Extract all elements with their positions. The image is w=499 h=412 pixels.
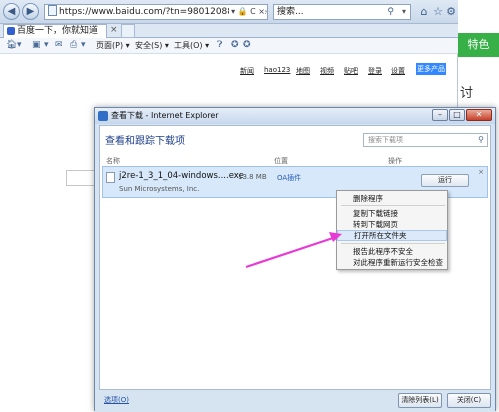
- baidu-search-input[interactable]: [66, 170, 96, 186]
- downloads-search-placeholder: 搜索下载项: [368, 136, 403, 144]
- page-menu[interactable]: 页面(P) ▾: [96, 40, 130, 51]
- baidu-link-hao123[interactable]: hao123: [264, 66, 290, 74]
- menu-divider: [341, 243, 445, 244]
- baidu-link-map[interactable]: 地图: [296, 66, 310, 76]
- mail-icon[interactable]: ✉: [55, 40, 63, 50]
- dialog-footer: 选项(O) 清除列表(L) 关闭(C): [95, 390, 495, 412]
- remove-item-icon[interactable]: ×: [478, 168, 484, 176]
- gear-icon[interactable]: ⚙: [444, 5, 458, 19]
- help-icon[interactable]: ❓︎: [217, 40, 222, 50]
- download-location-link[interactable]: OA插件: [277, 173, 301, 183]
- safety-menu[interactable]: 安全(S) ▾: [135, 40, 169, 51]
- command-bar: 🏠︎ ▾ ▣ ▾ ✉ ⎙ ▾ 页面(P) ▾ 安全(S) ▾ 工具(O) ▾ ❓…: [0, 38, 458, 54]
- column-header-actions: 操作: [388, 157, 402, 165]
- settings-icon[interactable]: ✪: [231, 40, 239, 50]
- browser-search-input[interactable]: 搜索... ⚲ ▾: [273, 4, 411, 20]
- forward-button[interactable]: ▶: [22, 3, 39, 20]
- tab-title: 百度一下，你就知道: [17, 26, 99, 36]
- menu-item-report-unsafe[interactable]: 报告此程序不安全: [337, 246, 447, 257]
- chevron-down-icon[interactable]: ▾: [44, 40, 49, 50]
- search-icon[interactable]: ⚲: [387, 5, 394, 19]
- menu-item-rerun-security-check[interactable]: 对此程序重新运行安全检查: [337, 257, 447, 268]
- run-button[interactable]: 运行: [421, 174, 469, 187]
- baidu-more-products-button[interactable]: 更多产品: [416, 63, 446, 75]
- back-button[interactable]: ◀: [3, 3, 20, 20]
- right-panel-green-label: 特色: [458, 33, 499, 57]
- baidu-link-login[interactable]: 登录: [368, 66, 382, 76]
- tab-baidu[interactable]: 百度一下，你就知道: [3, 24, 107, 38]
- menu-divider: [341, 205, 445, 206]
- dialog-heading: 查看和跟踪下载项: [105, 136, 185, 147]
- chevron-down-icon[interactable]: ▾: [402, 5, 406, 19]
- feeds-icon[interactable]: ▣: [32, 40, 41, 50]
- tab-close-icon[interactable]: ×: [110, 25, 118, 35]
- maximize-button[interactable]: □: [449, 109, 465, 121]
- tools-menu[interactable]: 工具(O) ▾: [174, 40, 209, 51]
- page-icon: [48, 5, 57, 16]
- dialog-titlebar: 查看下载 - Internet Explorer – □ ✕: [95, 108, 495, 124]
- downloads-search-input[interactable]: 搜索下载项 ⚲: [363, 133, 488, 147]
- download-filename: j2re-1_3_1_04-windows....exe: [119, 171, 244, 181]
- menu-item-open-containing-folder[interactable]: 打开所在文件夹: [337, 230, 447, 241]
- address-bar-row: ◀ ▶ https://www.baidu.com/?tn=98012088_4…: [0, 0, 458, 24]
- menu-item-go-to-webpage[interactable]: 转到下载网页: [337, 219, 447, 230]
- clear-list-button[interactable]: 清除列表(L): [398, 393, 442, 408]
- baidu-favicon-icon: [7, 27, 15, 35]
- close-window-button[interactable]: ✕: [466, 109, 492, 121]
- tab-strip: 百度一下，你就知道 ×: [0, 24, 458, 38]
- baidu-link-news[interactable]: 新闻: [240, 66, 254, 76]
- baidu-link-video[interactable]: 视频: [320, 66, 334, 76]
- options-link[interactable]: 选项(O): [104, 395, 129, 405]
- exe-file-icon: [106, 172, 115, 183]
- favorites-star-icon[interactable]: ☆: [431, 5, 445, 19]
- minimize-button[interactable]: –: [432, 109, 448, 121]
- chevron-down-icon[interactable]: ▾: [17, 40, 22, 50]
- column-header-name[interactable]: 名称: [106, 156, 120, 166]
- address-controls[interactable]: ▾ 🔒 C ×: [229, 5, 265, 19]
- address-input[interactable]: https://www.baidu.com/?tn=98012088_4_dg&…: [44, 4, 268, 20]
- browser-search-placeholder: 搜索...: [277, 7, 304, 17]
- new-tab-button[interactable]: [121, 24, 135, 38]
- download-publisher: Sun Microsystems, Inc.: [119, 185, 200, 193]
- download-context-menu: 删除程序 复制下载链接 转到下载网页 打开所在文件夹 报告此程序不安全 对此程序…: [336, 190, 448, 270]
- right-panel-text: 讨: [460, 86, 474, 101]
- menu-item-copy-link[interactable]: 复制下载链接: [337, 208, 447, 219]
- baidu-link-settings[interactable]: 设置: [391, 66, 405, 76]
- ie-icon: [98, 111, 108, 121]
- home-icon[interactable]: ⌂: [417, 5, 431, 19]
- dialog-title: 查看下载 - Internet Explorer: [111, 111, 219, 120]
- search-icon[interactable]: ⚲: [478, 134, 484, 146]
- extension-icon[interactable]: ✪: [243, 40, 251, 50]
- print-icon[interactable]: ⎙: [70, 40, 77, 50]
- column-header-location[interactable]: 位置: [274, 156, 288, 166]
- menu-item-delete-program[interactable]: 删除程序: [337, 193, 447, 204]
- home-icon[interactable]: 🏠︎: [6, 40, 17, 50]
- baidu-link-tieba[interactable]: 贴吧: [344, 66, 358, 76]
- close-button[interactable]: 关闭(C): [447, 393, 491, 408]
- download-size: 13.8 MB: [238, 173, 267, 181]
- chevron-down-icon[interactable]: ▾: [81, 40, 86, 50]
